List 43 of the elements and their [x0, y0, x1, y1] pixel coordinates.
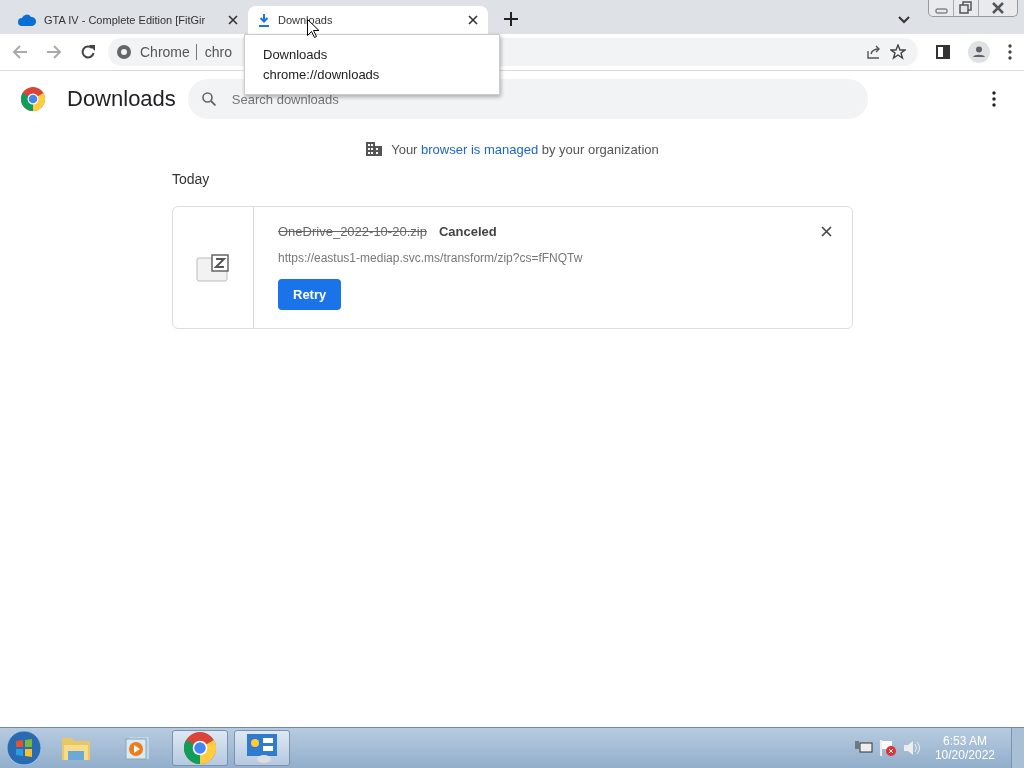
file-name: OneDrive_2022-10-20.zip	[278, 224, 427, 239]
download-status: Canceled	[438, 224, 497, 239]
flag-icon	[878, 739, 897, 757]
star-icon[interactable]	[890, 44, 906, 60]
network-icon	[854, 740, 873, 756]
browser-tab[interactable]: Downloads	[248, 6, 488, 34]
page-title: Downloads	[67, 86, 176, 112]
speaker-icon	[902, 740, 921, 756]
tooltip-title: Downloads	[263, 47, 329, 62]
folder-icon	[61, 735, 91, 761]
browser-tab[interactable]: GTA IV - Complete Edition [FitGir	[8, 6, 248, 34]
side-panel-icon[interactable]	[936, 45, 950, 59]
more-icon[interactable]	[992, 91, 996, 107]
reload-icon[interactable]	[80, 44, 96, 60]
tab-search-icon[interactable]	[898, 16, 910, 24]
chrome-icon	[184, 732, 216, 764]
close-icon[interactable]	[468, 15, 478, 25]
close-icon[interactable]	[228, 15, 238, 25]
tooltip-url: chrome://downloads	[263, 67, 381, 82]
date-heading: Today	[172, 171, 211, 187]
search-icon	[201, 92, 216, 106]
new-tab-icon[interactable]	[504, 12, 518, 26]
share-icon[interactable]	[866, 44, 882, 60]
media-player-icon	[125, 735, 151, 761]
chrome-icon	[116, 44, 132, 60]
url-text: chro	[204, 44, 233, 60]
managed-notice: Your browser is managed by your organization	[391, 141, 659, 157]
cloud-icon	[18, 14, 36, 26]
chrome-logo-icon	[21, 87, 45, 111]
zip-file-icon	[196, 253, 230, 282]
site-label: Chrome	[140, 44, 197, 60]
control-panel-icon	[246, 733, 278, 763]
menu-icon[interactable]	[1008, 44, 1012, 60]
start-button[interactable]	[6, 730, 42, 766]
managed-link[interactable]: browser is managed	[421, 141, 539, 157]
taskbar-button[interactable]	[234, 730, 290, 766]
building-icon	[365, 141, 384, 157]
profile-icon[interactable]	[968, 41, 990, 63]
download-icon	[258, 13, 270, 27]
download-url: https://eastus1-mediap.svc.ms/transform/zip?cs=fFNQTw	[278, 251, 584, 265]
taskbar-button[interactable]	[172, 730, 228, 766]
retry-button[interactable]: Retry	[278, 279, 342, 310]
close-icon[interactable]	[821, 226, 832, 237]
